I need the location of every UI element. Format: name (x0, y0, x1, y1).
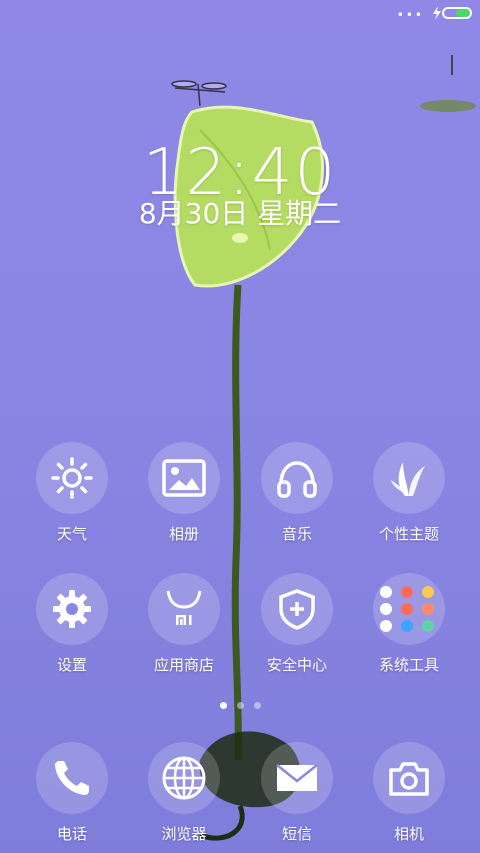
leaf-icon (391, 462, 425, 496)
app-icon-bg (261, 442, 333, 514)
app-gallery[interactable]: 相册 (134, 442, 234, 544)
camera-icon (389, 762, 429, 796)
page-dot[interactable] (219, 702, 227, 709)
app-settings[interactable]: 设置 (22, 573, 122, 675)
app-icon-bg (261, 573, 333, 645)
app-label: 相机 (393, 825, 424, 843)
phone-icon (55, 761, 89, 795)
app-store[interactable]: 应用商店 (134, 573, 234, 675)
dock-messages[interactable]: 短信 (247, 742, 347, 844)
app-system-tools[interactable]: 系统工具 (359, 573, 459, 675)
globe-icon (162, 756, 206, 800)
mini-app-icon (401, 586, 413, 598)
mi-bag-icon (166, 590, 202, 625)
app-weather[interactable]: 天气 (22, 442, 122, 544)
mini-app-icon (380, 620, 392, 632)
app-label: 短信 (281, 825, 312, 843)
mini-app-icon (380, 603, 392, 615)
app-music[interactable]: 音乐 (247, 442, 347, 544)
app-label: 应用商店 (153, 656, 214, 674)
tools-folder-icon (380, 586, 438, 632)
bolt-icon (433, 6, 441, 20)
app-label: 系统工具 (378, 656, 439, 674)
mini-app-icon (422, 586, 434, 598)
app-label: 天气 (56, 525, 87, 543)
more-dots-icon: ••• (396, 8, 424, 22)
battery-icon (442, 7, 472, 19)
app-icon-bg (373, 573, 445, 645)
app-icon-bg (148, 573, 220, 645)
app-label: 音乐 (281, 525, 312, 543)
clock-date[interactable]: 8月30日 星期二 (0, 196, 480, 232)
sun-icon (51, 457, 93, 499)
app-label: 安全中心 (266, 656, 327, 674)
page-indicator (0, 702, 480, 709)
app-icon-bg (36, 573, 108, 645)
mini-app-icon (401, 603, 413, 615)
envelope-icon (276, 764, 318, 791)
shield-icon (279, 589, 315, 630)
app-label: 个性主题 (378, 525, 439, 543)
dock-browser[interactable]: 浏览器 (134, 742, 234, 844)
app-icon-bg (261, 742, 333, 814)
app-icon-bg (148, 742, 220, 814)
mini-app-icon (422, 620, 434, 632)
app-icon-bg (373, 742, 445, 814)
dock-phone[interactable]: 电话 (22, 742, 122, 844)
headphones-icon (277, 461, 317, 498)
app-label: 浏览器 (161, 825, 207, 843)
wallpaper-lotus (171, 55, 476, 841)
dock-camera[interactable]: 相机 (359, 742, 459, 844)
app-icon-bg (36, 442, 108, 514)
mini-app-icon (422, 603, 434, 615)
mini-app-icon (401, 620, 413, 632)
status-bar: ••• (0, 0, 480, 28)
app-label: 设置 (56, 656, 87, 674)
gear-icon (53, 590, 91, 628)
mini-app-icon (380, 586, 392, 598)
app-icon-bg (373, 442, 445, 514)
page-dot[interactable] (236, 702, 244, 709)
app-label: 电话 (56, 825, 87, 843)
app-label: 相册 (168, 525, 199, 543)
image-icon (162, 459, 206, 497)
app-icon-bg (36, 742, 108, 814)
battery-fill (455, 9, 470, 17)
app-themes[interactable]: 个性主题 (359, 442, 459, 544)
app-security[interactable]: 安全中心 (247, 573, 347, 675)
page-dot[interactable] (253, 702, 261, 709)
app-icon-bg (148, 442, 220, 514)
